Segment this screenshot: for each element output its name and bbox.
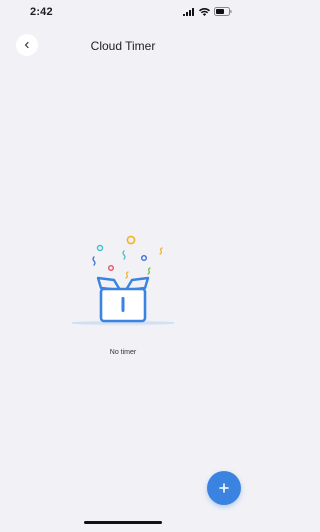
confetti-teal-squiggle	[122, 250, 126, 260]
confetti-orange-squiggle-right	[159, 247, 163, 255]
plus-icon	[219, 483, 229, 493]
home-indicator	[84, 521, 162, 524]
confetti-blue-squiggle	[92, 256, 96, 266]
status-time: 2:42	[30, 6, 53, 18]
status-bar: 2:42	[0, 0, 246, 26]
gift-box-illustration	[71, 235, 175, 326]
confetti-orange-squiggle-low	[125, 271, 129, 279]
floor-line	[72, 322, 174, 324]
wifi-icon	[199, 7, 210, 16]
status-icons	[183, 7, 232, 16]
page-title: Cloud Timer	[90, 39, 156, 53]
confetti-red-circle	[108, 265, 115, 272]
nav-bar: Cloud Timer	[0, 30, 246, 62]
confetti-green-squiggle	[147, 267, 151, 275]
confetti-teal-circle	[96, 244, 104, 252]
confetti-blue-circle	[140, 255, 147, 262]
confetti-orange-circle	[126, 235, 136, 245]
gift-box-ribbon	[121, 297, 125, 312]
empty-state-message: No timer	[109, 349, 137, 356]
signal-icon	[183, 7, 194, 16]
add-timer-button[interactable]	[207, 471, 241, 505]
battery-icon	[214, 7, 232, 16]
